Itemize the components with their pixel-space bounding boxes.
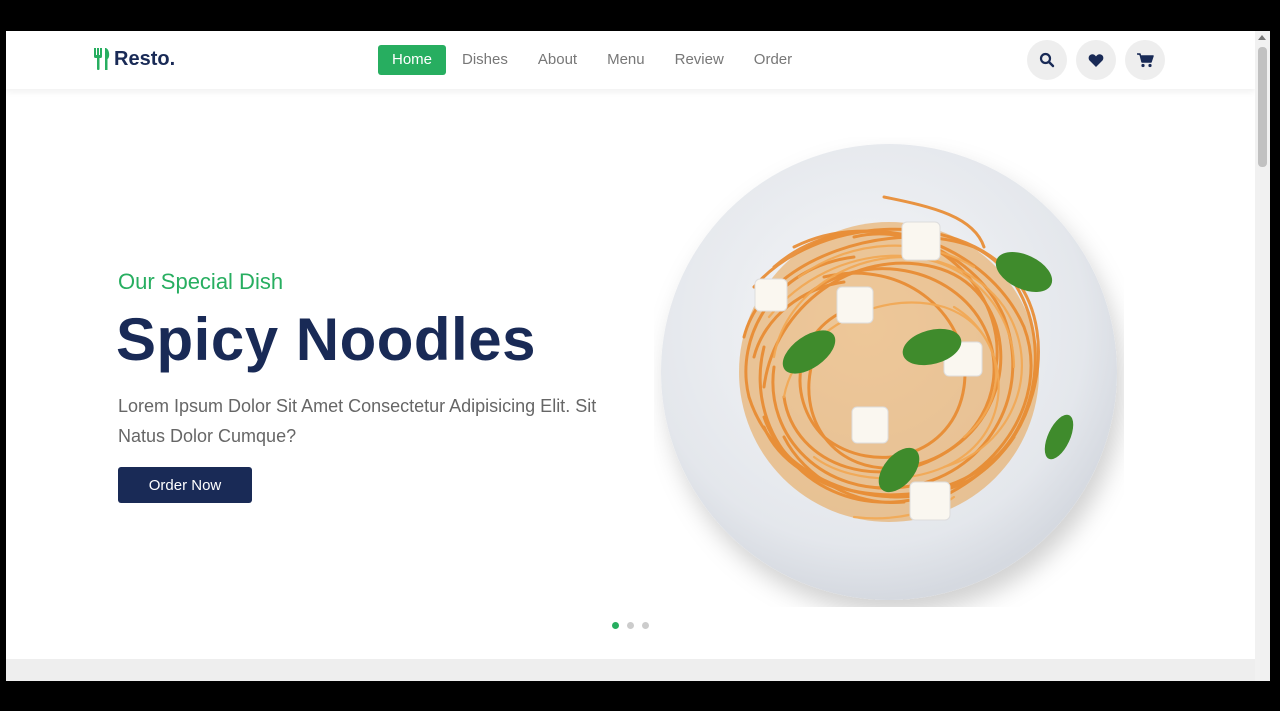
search-button[interactable] [1027, 40, 1067, 80]
nav-menu[interactable]: Menu [593, 45, 659, 75]
heart-icon [1088, 53, 1104, 67]
favorites-button[interactable] [1076, 40, 1116, 80]
site-header: Resto. Home Dishes About Menu Review Ord… [6, 31, 1255, 89]
slide-dot-3[interactable] [642, 622, 649, 629]
main-nav: Home Dishes About Menu Review Order [378, 45, 808, 75]
utensils-icon [94, 48, 110, 70]
spaghetti-plate-image [661, 144, 1117, 600]
cart-button[interactable] [1125, 40, 1165, 80]
hero-description: Lorem Ipsum Dolor Sit Amet Consectetur A… [118, 396, 597, 446]
nav-dishes[interactable]: Dishes [448, 45, 522, 75]
page-scrollbar[interactable] [1255, 31, 1270, 681]
cart-icon [1136, 52, 1154, 67]
order-now-button[interactable]: Order Now [118, 467, 252, 503]
hero-title: Spicy Noodles [116, 306, 536, 373]
nav-about[interactable]: About [524, 45, 591, 75]
hero-section: Our Special Dish Spicy Noodles Lorem Ips… [6, 89, 1255, 659]
slide-dot-1[interactable] [612, 622, 619, 629]
search-icon [1039, 52, 1055, 68]
slider-pagination [612, 622, 649, 629]
logo[interactable]: Resto. [92, 47, 175, 71]
nav-home[interactable]: Home [378, 45, 447, 75]
nav-order[interactable]: Order [740, 45, 806, 75]
scroll-up-arrow-icon[interactable] [1258, 35, 1266, 40]
browser-viewport: Resto. Home Dishes About Menu Review Ord… [6, 31, 1255, 681]
logo-text: Resto. [114, 47, 176, 70]
header-icons [1027, 40, 1165, 80]
nav-review[interactable]: Review [661, 45, 738, 75]
slide-dot-2[interactable] [627, 622, 634, 629]
next-section-edge [6, 659, 1255, 681]
scrollbar-thumb[interactable] [1258, 47, 1267, 167]
hero-subtitle: Our Special Dish [118, 269, 284, 294]
